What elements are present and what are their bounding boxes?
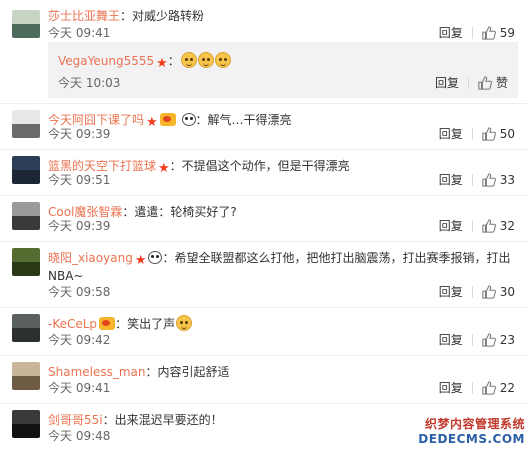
comment-item: 篮黑的天空下打篮球 ★：不提倡这个动作，但是干得漂亮 今天 09:51 回复 33 (0, 150, 529, 196)
reply-button[interactable]: 回复 (435, 74, 459, 92)
watermark-title: 织梦内容管理系统 (424, 417, 525, 431)
avatar[interactable] (12, 10, 40, 38)
username-link[interactable]: 剑哥哥55i (48, 413, 103, 427)
like-button[interactable]: 33 (482, 171, 515, 189)
comment-text: ：内容引起舒适 (145, 365, 230, 379)
star-icon: ★ (156, 56, 168, 71)
comment-text: ：出来混迟早要还的！ (102, 413, 223, 427)
avatar[interactable] (12, 110, 40, 138)
comment-item: Shameless_man：内容引起舒适 今天 09:41 回复 22 (0, 356, 529, 404)
like-button[interactable]: 23 (482, 331, 515, 349)
username-link[interactable]: -KeCeLp (48, 317, 97, 331)
comment-item: 晓阳_xiaoyang ★ ：希望全联盟都这么打他，把他打出脑震荡，打出赛季报销，打… (0, 242, 529, 308)
like-count: 59 (499, 26, 515, 40)
divider (471, 382, 473, 394)
like-button[interactable]: 59 (482, 24, 515, 42)
reply-button[interactable]: 回复 (439, 379, 463, 397)
like-button[interactable]: 22 (482, 379, 515, 397)
reply-button[interactable]: 回复 (439, 217, 463, 235)
comment-item: -KeCeLp ：笑出了声 今天 09:42 回复 23 (0, 308, 529, 356)
comment-text: ：希望全联盟都这么打他，把他打出脑震荡，打出赛季报销，打出 (162, 251, 511, 265)
username-link[interactable]: Shameless_man (48, 365, 146, 379)
comment-time: 今天 09:58 (48, 285, 111, 299)
divider (471, 128, 473, 140)
reply-button[interactable]: 回复 (439, 171, 463, 189)
emoji-face-icon (197, 52, 214, 68)
thumbs-up-icon (482, 26, 496, 40)
like-count: 23 (499, 333, 515, 347)
avatar[interactable] (12, 202, 40, 230)
thumbs-up-icon (482, 173, 496, 187)
divider (471, 334, 473, 346)
like-button[interactable]: 赞 (478, 74, 508, 92)
like-count: 50 (499, 127, 515, 141)
like-count: 33 (499, 173, 515, 187)
comment-time: 今天 10:03 (58, 76, 121, 90)
comment-time: 今天 09:41 (48, 26, 111, 40)
comment-time: 今天 09:51 (48, 173, 111, 187)
username-link[interactable]: VegaYeung5555 (58, 54, 154, 68)
emoji-face-icon (214, 52, 231, 68)
avatar[interactable] (12, 410, 40, 438)
like-button[interactable]: 32 (482, 217, 515, 235)
divider (471, 174, 473, 186)
divider (471, 286, 473, 298)
comment-time: 今天 09:42 (48, 333, 111, 347)
thumbs-up-icon (482, 381, 496, 395)
like-count: 32 (499, 219, 515, 233)
thumbs-up-icon (482, 219, 496, 233)
avatar[interactable] (12, 156, 40, 184)
like-button[interactable]: 30 (482, 283, 515, 301)
divider (467, 77, 469, 89)
divider (471, 220, 473, 232)
avatar[interactable] (12, 362, 40, 390)
comment-item: 今天阿囧下课了吗 ★ ：解气…干得漂亮 今天 09:39 回复 50 (0, 104, 529, 150)
username-link[interactable]: 晓阳_xiaoyang (48, 251, 133, 265)
watermark-domain: DEDECMS.COM (418, 432, 525, 446)
watermark: 织梦内容管理系统 DEDECMS.COM (407, 417, 525, 449)
reply-button[interactable]: 回复 (439, 331, 463, 349)
comment-time: 今天 09:39 (48, 127, 111, 141)
avatar[interactable] (12, 314, 40, 342)
like-count: 22 (499, 381, 515, 395)
emoji-face-icon (176, 315, 193, 331)
reply-button[interactable]: 回复 (439, 24, 463, 42)
thumbs-up-icon (482, 333, 496, 347)
reply-button[interactable]: 回复 (439, 125, 463, 143)
like-button[interactable]: 50 (482, 125, 515, 143)
username-link[interactable]: 莎士比亚舞王 (48, 9, 120, 23)
vip-icon (99, 317, 116, 330)
comment-item: 莎士比亚舞王：对威少路转粉 今天 09:41 回复 59 VegaYeung55… (0, 0, 529, 104)
comment-item: Cool魔张智霖：遣遣：轮椅买好了? 今天 09:39 回复 32 (0, 196, 529, 242)
comment-time: 今天 09:48 (48, 429, 111, 443)
sub-reply: VegaYeung5555 ★： 今天 10:03 回复 赞 (48, 42, 518, 98)
reply-button[interactable]: 回复 (439, 283, 463, 301)
avatar[interactable] (12, 248, 40, 276)
comment-time: 今天 09:41 (48, 381, 111, 395)
comment-text: ：笑出了声 (115, 317, 176, 331)
comment-text-continued: NBA~ (48, 269, 84, 283)
star-icon: ★ (134, 253, 147, 268)
divider (471, 27, 473, 39)
comment-time: 今天 09:39 (48, 219, 111, 233)
thumbs-up-icon (482, 127, 496, 141)
like-count: 30 (499, 285, 515, 299)
thumbs-up-icon (482, 285, 496, 299)
panda-icon (148, 251, 163, 264)
comment-text: ：对威少路转粉 (120, 9, 205, 23)
thumbs-up-icon (478, 76, 492, 90)
emoji-face-icon (180, 52, 197, 68)
like-label: 赞 (495, 76, 508, 90)
